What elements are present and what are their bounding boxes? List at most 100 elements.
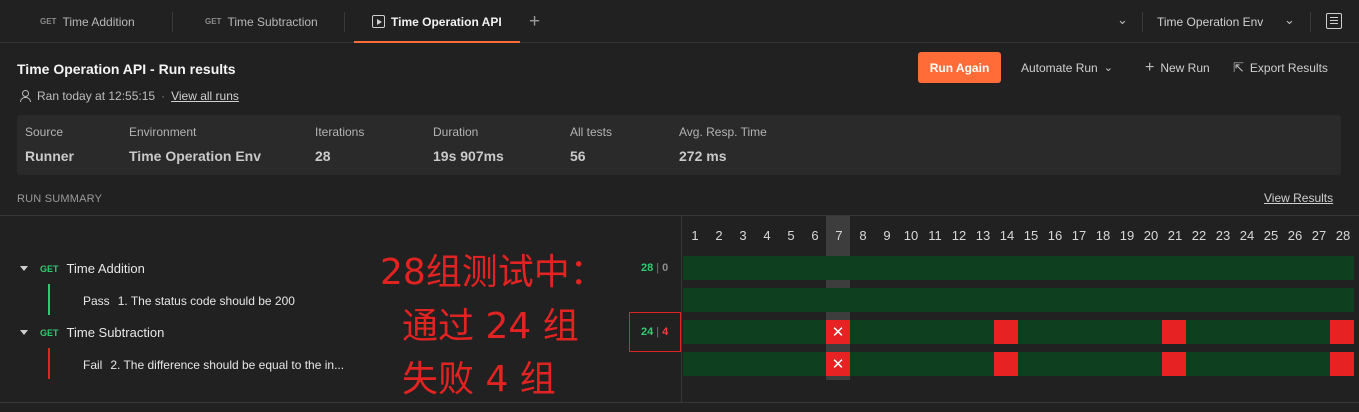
tab-separator xyxy=(1310,12,1311,32)
tab-method: GET xyxy=(205,17,222,26)
iteration-number[interactable]: 21 xyxy=(1163,228,1187,243)
page-title: Time Operation API - Run results xyxy=(17,61,236,77)
failed-iteration-cell[interactable] xyxy=(1330,320,1354,344)
tab-time-operation-api[interactable]: Time Operation API xyxy=(354,0,520,43)
failed-iteration-cell[interactable] xyxy=(994,352,1018,376)
plus-icon: + xyxy=(1145,58,1155,76)
stat-label: Environment xyxy=(129,125,197,139)
tab-label: Time Operation API xyxy=(391,14,502,29)
test-status: Fail xyxy=(83,358,103,372)
iteration-number[interactable]: 18 xyxy=(1091,228,1115,243)
divider xyxy=(0,402,1359,403)
divider xyxy=(0,215,1359,216)
iteration-number[interactable]: 14 xyxy=(995,228,1019,243)
iteration-number[interactable]: 7 xyxy=(827,228,851,243)
iteration-number[interactable]: 28 xyxy=(1331,228,1355,243)
fail-count: 0 xyxy=(662,262,669,274)
stat-value: 56 xyxy=(570,148,586,164)
tab-separator xyxy=(172,12,173,32)
failed-iteration-cell[interactable] xyxy=(1330,352,1354,376)
stat-environment: Environment Time Operation Env xyxy=(129,125,261,164)
new-run-button[interactable]: + New Run xyxy=(1145,52,1210,83)
iteration-number[interactable]: 25 xyxy=(1259,228,1283,243)
count-separator: | xyxy=(656,262,660,274)
request-name: Time Addition xyxy=(66,261,145,276)
stat-label: Source xyxy=(25,125,64,139)
iteration-number[interactable]: 19 xyxy=(1115,228,1139,243)
runner-icon xyxy=(372,15,385,28)
tab-label: Time Addition xyxy=(62,14,135,29)
iteration-number[interactable]: 12 xyxy=(947,228,971,243)
view-results-link[interactable]: View Results xyxy=(1264,191,1333,205)
iteration-number[interactable]: 2 xyxy=(707,228,731,243)
tabs-dropdown-chevron-icon[interactable]: ⌄ xyxy=(1117,12,1128,28)
tab-bar: GET Time Addition GET Time Subtraction T… xyxy=(0,0,1359,43)
environment-quick-look-icon[interactable] xyxy=(1326,13,1342,29)
meta-separator: · xyxy=(161,89,166,103)
tab-separator xyxy=(344,12,345,32)
request-name: Time Subtraction xyxy=(66,325,165,340)
failed-iteration-cell[interactable] xyxy=(994,320,1018,344)
iteration-number[interactable]: 22 xyxy=(1187,228,1211,243)
stat-label: Duration xyxy=(433,125,479,139)
new-tab-plus-icon[interactable]: + xyxy=(529,11,540,33)
test-row[interactable]: Fail 2. The difference should be equal t… xyxy=(83,358,344,372)
iteration-number[interactable]: 3 xyxy=(731,228,755,243)
fail-indicator xyxy=(48,348,50,379)
failed-iteration-x-icon[interactable]: ✕ xyxy=(826,352,850,376)
automate-run-button[interactable]: Automate Run ⌄ xyxy=(1021,52,1113,83)
iteration-number[interactable]: 10 xyxy=(899,228,923,243)
result-bar-test-1 xyxy=(683,288,1354,312)
iteration-number[interactable]: 23 xyxy=(1211,228,1235,243)
iteration-number[interactable]: 26 xyxy=(1283,228,1307,243)
iteration-number[interactable]: 11 xyxy=(923,228,947,243)
view-all-runs-link[interactable]: View all runs xyxy=(171,89,239,103)
stat-value: Time Operation Env xyxy=(129,148,261,164)
export-results-button[interactable]: ⇱ Export Results xyxy=(1233,52,1328,83)
iteration-number[interactable]: 24 xyxy=(1235,228,1259,243)
iteration-number[interactable]: 9 xyxy=(875,228,899,243)
environment-select[interactable]: Time Operation Env xyxy=(1157,0,1263,43)
run-again-button[interactable]: Run Again xyxy=(918,52,1001,83)
tab-label: Time Subtraction xyxy=(227,14,318,29)
stat-source: Source Runner xyxy=(25,125,74,164)
test-name: 1. The status code should be 200 xyxy=(117,294,295,308)
request-row-time-addition[interactable]: GET Time Addition xyxy=(20,261,145,276)
iteration-number[interactable]: 8 xyxy=(851,228,875,243)
iteration-number[interactable]: 6 xyxy=(803,228,827,243)
stat-label: Iterations xyxy=(315,125,365,139)
iteration-number[interactable]: 1 xyxy=(683,228,707,243)
iteration-number[interactable]: 4 xyxy=(755,228,779,243)
test-row[interactable]: Pass 1. The status code should be 200 xyxy=(83,294,295,308)
failed-iteration-cell[interactable] xyxy=(1162,320,1186,344)
iteration-number[interactable]: 17 xyxy=(1067,228,1091,243)
iteration-number[interactable]: 20 xyxy=(1139,228,1163,243)
request-method: GET xyxy=(40,327,59,338)
pass-indicator xyxy=(48,284,50,315)
failed-iteration-cell[interactable] xyxy=(1162,352,1186,376)
caret-down-icon[interactable] xyxy=(20,266,28,271)
new-run-label: New Run xyxy=(1160,60,1210,75)
result-bar-request-2 xyxy=(683,320,1354,344)
test-status: Pass xyxy=(83,294,110,308)
chevron-down-icon: ⌄ xyxy=(1103,62,1113,74)
run-summary-title: RUN SUMMARY xyxy=(17,193,103,205)
person-icon xyxy=(19,90,31,102)
run-stats-panel: Source Runner Environment Time Operation… xyxy=(17,115,1341,175)
failed-iteration-x-icon[interactable]: ✕ xyxy=(826,320,850,344)
export-results-label: Export Results xyxy=(1249,60,1328,75)
iteration-number[interactable]: 27 xyxy=(1307,228,1331,243)
environment-chevron-down-icon[interactable]: ⌄ xyxy=(1284,12,1295,28)
ran-at-text: Ran today at 12:55:15 xyxy=(37,89,156,103)
annotation-line-3: 失败 4 组 xyxy=(402,359,556,400)
iteration-number[interactable]: 13 xyxy=(971,228,995,243)
tab-time-addition[interactable]: GET Time Addition xyxy=(40,0,135,43)
stat-value: 19s 907ms xyxy=(433,148,504,164)
iteration-number[interactable]: 15 xyxy=(1019,228,1043,243)
iteration-number[interactable]: 5 xyxy=(779,228,803,243)
stat-value: Runner xyxy=(25,148,74,164)
tab-time-subtraction[interactable]: GET Time Subtraction xyxy=(205,0,318,43)
caret-down-icon[interactable] xyxy=(20,330,28,335)
request-row-time-subtraction[interactable]: GET Time Subtraction xyxy=(20,325,164,340)
iteration-number[interactable]: 16 xyxy=(1043,228,1067,243)
